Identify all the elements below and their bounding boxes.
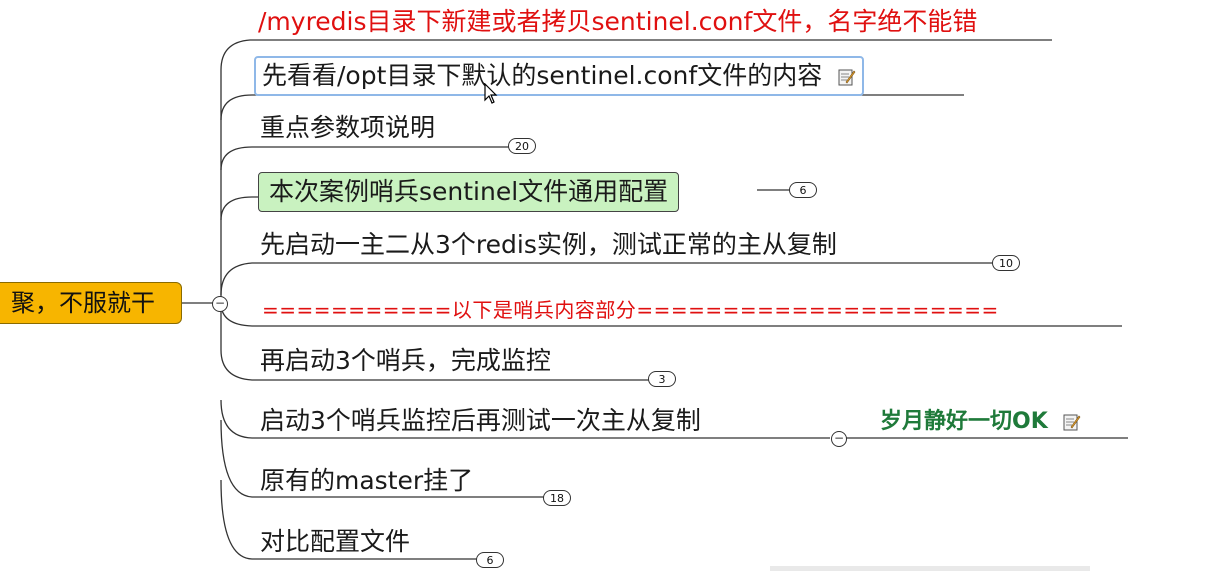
topic-count-badge[interactable]: 3 xyxy=(648,371,676,387)
root-collapse-button[interactable]: − xyxy=(212,296,228,312)
topic-key-parameters[interactable]: 重点参数项说明 xyxy=(260,112,435,144)
topic-start-three-sentinels[interactable]: 再启动3个哨兵，完成监控 xyxy=(260,345,551,377)
note-icon[interactable] xyxy=(1063,413,1081,431)
topic-count-badge[interactable]: 20 xyxy=(508,138,536,154)
topic-sentinel-common-config[interactable]: 本次案例哨兵sentinel文件通用配置 xyxy=(258,172,680,212)
note-icon[interactable] xyxy=(838,68,856,86)
topic-retest-replication[interactable]: 启动3个哨兵监控后再测试一次主从复制 xyxy=(260,405,701,437)
topic-collapse-button[interactable]: − xyxy=(831,431,847,447)
scrollbar-strip[interactable] xyxy=(770,566,1090,571)
root-topic[interactable]: 聚，不服就干 xyxy=(0,282,182,324)
subtopic-all-ok[interactable]: 岁月静好一切OK xyxy=(880,407,1081,437)
topic-count-badge[interactable]: 6 xyxy=(476,552,504,568)
topic-count-badge[interactable]: 10 xyxy=(992,255,1020,271)
topic-count-badge[interactable]: 18 xyxy=(543,490,571,506)
topic-separator-sentinel-section[interactable]: ===========以下是哨兵内容部分====================… xyxy=(262,294,999,326)
topic-myredis-sentinel-conf[interactable]: /myredis目录下新建或者拷贝sentinel.conf文件，名字绝不能错 xyxy=(258,6,977,38)
root-label: 聚，不服就干 xyxy=(11,289,155,317)
topic-compare-config-files[interactable]: 对比配置文件 xyxy=(260,526,410,558)
topic-master-down[interactable]: 原有的master挂了 xyxy=(260,465,473,497)
topic-view-default-sentinel-conf[interactable]: 先看看/opt目录下默认的sentinel.conf文件的内容 xyxy=(254,56,865,96)
topic-start-master-slaves[interactable]: 先启动一主二从3个redis实例，测试正常的主从复制 xyxy=(260,229,837,261)
mouse-cursor-icon xyxy=(484,83,498,104)
topic-count-badge[interactable]: 6 xyxy=(789,182,817,198)
